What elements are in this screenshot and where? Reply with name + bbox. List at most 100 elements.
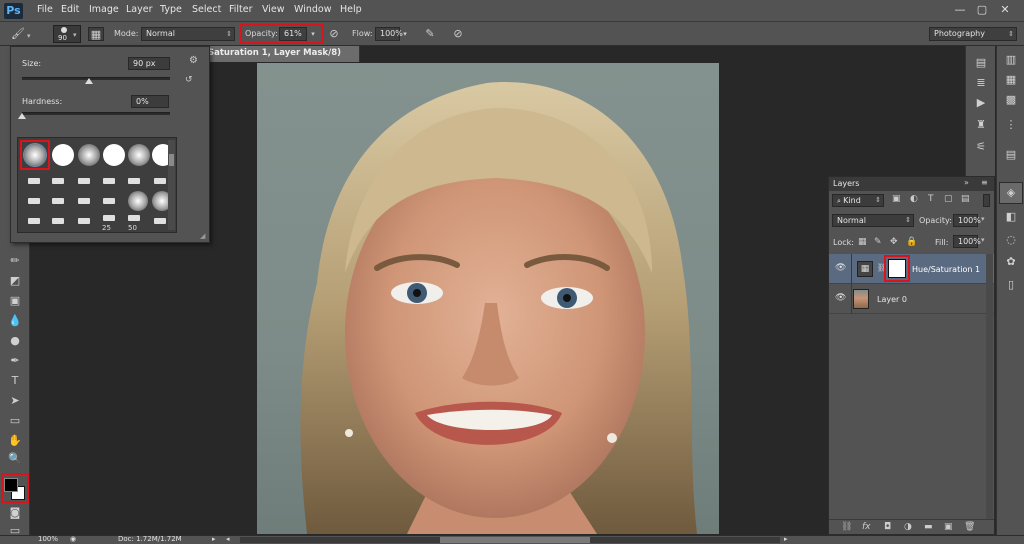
document-canvas[interactable] — [257, 63, 719, 534]
flow-dropdown-icon[interactable]: ▾ — [400, 27, 410, 41]
layer-row-hue-saturation[interactable]: 👁 ▦ ⛓ Hue/Saturation 1 — [829, 254, 994, 284]
actions-play-icon[interactable]: ▶ — [971, 94, 991, 112]
brush-panel-icon[interactable]: ⚟ — [971, 138, 991, 156]
minimize-button[interactable]: — — [952, 3, 968, 17]
layer-opacity-dropdown-icon[interactable]: ▾ — [981, 215, 985, 223]
brush-preset[interactable] — [28, 178, 40, 184]
group-icon[interactable]: ▬ — [924, 522, 933, 532]
brush-tool-preset-icon[interactable]: 🖌 — [10, 27, 26, 41]
new-layer-icon[interactable]: ▣ — [944, 522, 953, 532]
layer-row-layer-0[interactable]: 👁 Layer 0 — [829, 284, 994, 314]
hardness-slider-track[interactable] — [22, 112, 170, 115]
histogram-icon[interactable]: ▤ — [971, 54, 991, 72]
hard-round-brush[interactable] — [52, 144, 74, 166]
paths-icon[interactable]: ◌ — [1001, 231, 1021, 249]
filter-toggle[interactable] — [983, 194, 990, 207]
fx-icon[interactable]: fx — [862, 522, 871, 532]
panel-menu-icon[interactable]: ≡ — [981, 178, 988, 187]
visibility-eye-icon[interactable]: 👁 — [835, 293, 846, 303]
path-selection-tool-icon[interactable]: ➤ — [5, 392, 25, 409]
status-export-icon[interactable]: ◉ — [70, 535, 76, 543]
type-tool-icon[interactable]: T — [5, 372, 25, 389]
close-button[interactable]: ✕ — [997, 3, 1013, 17]
layers-panel-button[interactable]: ◈ — [999, 182, 1023, 204]
menu-help[interactable]: Help — [340, 4, 362, 15]
hand-tool-icon[interactable]: ✋ — [5, 432, 25, 449]
brush-preset[interactable] — [52, 198, 64, 204]
link-icon[interactable]: ⛓ — [841, 522, 852, 532]
document-tab-title[interactable]: Saturation 1, Layer Mask/8) — [208, 48, 341, 58]
pressure-opacity-icon[interactable]: ⊘ — [326, 27, 342, 41]
size-input[interactable]: 90 px — [128, 57, 170, 70]
tool-presets-icon[interactable]: ♜ — [971, 116, 991, 134]
blur-tool-icon[interactable]: 💧 — [5, 312, 25, 329]
collapse-panel-icon[interactable]: » — [964, 178, 969, 187]
soft-round-brush-2[interactable] — [128, 144, 150, 166]
filter-pixel-icon[interactable]: ▣ — [892, 194, 901, 204]
filter-kind-select[interactable]: ⌕ Kind ⇕ — [832, 194, 884, 207]
menu-type[interactable]: Type — [160, 4, 182, 15]
hardness-input[interactable]: 0% — [131, 95, 169, 108]
brush-preset[interactable] — [103, 178, 115, 184]
menu-filter[interactable]: Filter — [229, 4, 253, 15]
soft-round-brush[interactable] — [78, 144, 100, 166]
menu-file[interactable]: File — [37, 4, 53, 15]
channels-icon[interactable]: ◧ — [1001, 208, 1021, 226]
brush-preset[interactable] — [103, 198, 115, 204]
filter-type-icon[interactable]: T — [928, 194, 934, 204]
pen-tool-icon[interactable]: ✒ — [5, 352, 25, 369]
brush-preset[interactable] — [128, 215, 140, 221]
blend-mode-select[interactable]: Normal ⇕ — [832, 214, 914, 227]
mode-select[interactable]: Normal ⇕ — [141, 27, 235, 41]
layer-opacity-input[interactable]: 100% — [953, 214, 981, 227]
opacity-input[interactable]: 61% — [279, 27, 307, 41]
filter-smart-object-icon[interactable]: ▤ — [961, 194, 970, 204]
layer-name[interactable]: Hue/Saturation 1 — [912, 265, 980, 274]
brush-preset[interactable] — [78, 198, 90, 204]
brush-preset[interactable] — [154, 178, 166, 184]
filter-shape-icon[interactable]: ▢ — [944, 194, 953, 204]
preset-dropdown-arrow-icon[interactable]: ▾ — [27, 32, 31, 40]
rectangle-tool-icon[interactable]: ▭ — [5, 412, 25, 429]
brush-panel-toggle-icon[interactable]: ▦ — [88, 27, 104, 41]
trash-icon[interactable]: 🗑 — [964, 522, 975, 532]
lock-all-icon[interactable]: 🔒 — [906, 237, 917, 247]
horizontal-scrollbar[interactable] — [240, 537, 780, 543]
foreground-color-swatch[interactable] — [4, 478, 18, 492]
brush-grid-scrollbar[interactable] — [168, 140, 175, 230]
flow-input[interactable]: 100% — [375, 27, 403, 41]
adjustments-icon[interactable]: ▤ — [1001, 146, 1021, 164]
hard-round-brush-2[interactable] — [103, 144, 125, 166]
quick-mask-icon[interactable]: ◙ — [5, 504, 25, 521]
styles-icon[interactable]: ✿ — [1001, 253, 1021, 271]
airbrush-icon[interactable]: ✎ — [422, 27, 438, 41]
layers-scrollbar[interactable] — [986, 254, 993, 519]
fill-input[interactable]: 100% — [953, 235, 981, 248]
menu-layer[interactable]: Layer — [126, 4, 153, 15]
brush-preset[interactable] — [28, 218, 40, 224]
menu-view[interactable]: View — [262, 4, 285, 15]
layer-mask-thumbnail[interactable] — [888, 259, 906, 278]
zoom-tool-icon[interactable]: 🔍 — [5, 450, 25, 467]
brush-tool-icon[interactable]: ✏ — [5, 252, 25, 269]
fill-dropdown-icon[interactable]: ▾ — [981, 236, 985, 244]
mask-icon[interactable]: ◘ — [884, 522, 891, 532]
filter-adjustment-icon[interactable]: ◐ — [910, 194, 918, 204]
lock-position-icon[interactable]: ✥ — [890, 237, 898, 247]
scroll-right-icon[interactable]: ▸ — [784, 535, 788, 543]
color-icon[interactable]: ▦ — [1001, 71, 1021, 89]
brush-preset[interactable] — [103, 215, 115, 221]
eraser-tool-icon[interactable]: ◩ — [5, 272, 25, 289]
lock-transparent-icon[interactable]: ▦ — [858, 237, 867, 247]
status-menu-arrow-icon[interactable]: ▸ — [212, 535, 216, 543]
adjustment-icon[interactable]: ◑ — [904, 522, 912, 532]
menu-edit[interactable]: Edit — [61, 4, 79, 15]
pressure-size-icon[interactable]: ⊘ — [450, 27, 466, 41]
gear-icon[interactable]: ⚙ — [189, 55, 198, 66]
zoom-level[interactable]: 100% — [38, 535, 58, 543]
brush-preset[interactable] — [154, 218, 166, 224]
history-icon[interactable]: ▥ — [1001, 51, 1021, 69]
info-icon[interactable]: ≣ — [971, 74, 991, 92]
horizontal-scrollbar-thumb[interactable] — [440, 537, 590, 543]
reset-size-icon[interactable]: ↺ — [185, 75, 193, 85]
